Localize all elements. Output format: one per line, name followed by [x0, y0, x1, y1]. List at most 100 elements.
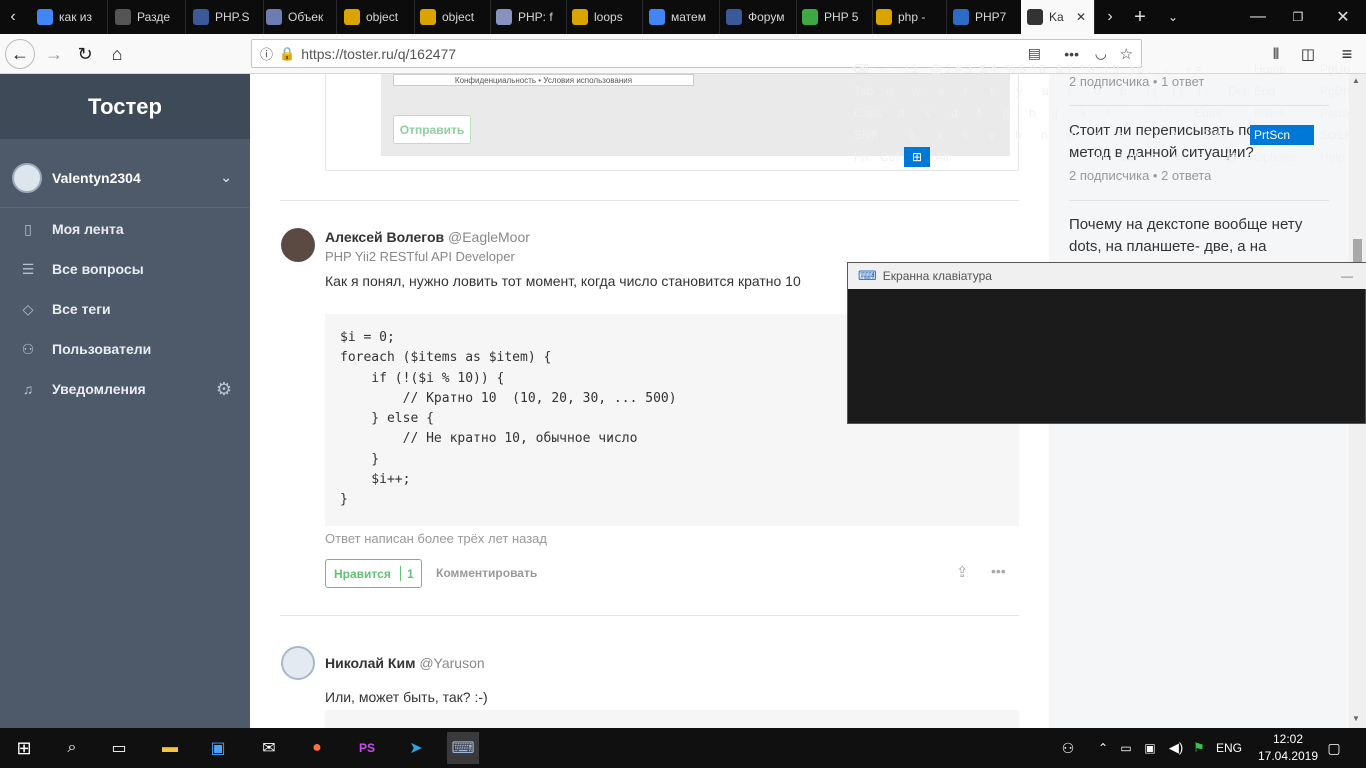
- file-explorer-icon[interactable]: ▬: [154, 732, 186, 764]
- osk-key[interactable]: >: [1196, 147, 1221, 167]
- osk-titlebar[interactable]: ⌨ Екранна клавіатура —: [848, 263, 1366, 289]
- osk-key[interactable]: PrtScn: [1250, 125, 1314, 145]
- clock-date[interactable]: 17.04.2019: [1252, 749, 1324, 763]
- task-view-icon[interactable]: ▭: [103, 732, 135, 764]
- scroll-down-icon[interactable]: ▼: [1352, 714, 1360, 723]
- osk-key[interactable]: h: [1025, 103, 1050, 123]
- mail-icon[interactable]: ✉: [253, 732, 285, 764]
- osk-app-icon[interactable]: ⌨: [447, 732, 479, 764]
- answer-handle[interactable]: @EagleMoor: [448, 229, 530, 245]
- osk-key[interactable]: | \: [1194, 81, 1223, 101]
- osk-key[interactable]: PgDn: [1316, 81, 1364, 101]
- answer-author[interactable]: Алексей Волегов: [325, 229, 444, 245]
- osk-key[interactable]: : ;: [1129, 103, 1154, 123]
- osk-key[interactable]: Del: [1224, 81, 1252, 101]
- osk-key[interactable]: l: [1103, 103, 1128, 123]
- osk-key[interactable]: g: [999, 103, 1024, 123]
- osk-key[interactable]: _ -: [1151, 59, 1180, 79]
- osk-key[interactable]: k: [1077, 103, 1102, 123]
- minimize-icon[interactable]: —: [1238, 0, 1278, 34]
- osk-key[interactable]: w: [908, 81, 933, 101]
- sidebar-item-notifications[interactable]: ♫ Уведомления ⚙: [0, 369, 250, 409]
- osk-key[interactable]: @ 2: [926, 59, 950, 79]
- tabs-scroll-right-icon[interactable]: ›: [1097, 0, 1123, 34]
- osk-key[interactable]: { [: [1142, 81, 1167, 101]
- osk-key[interactable]: m: [1063, 125, 1088, 145]
- osk-key[interactable]: " ': [1155, 103, 1189, 123]
- comment-button[interactable]: Комментировать: [436, 566, 537, 580]
- close-tab-icon[interactable]: ✕: [1076, 10, 1086, 24]
- browser-tab[interactable]: Разде: [109, 0, 186, 34]
- osk-key[interactable]: ^: [1167, 125, 1197, 145]
- osk-key[interactable]: Ctrl: [876, 147, 903, 167]
- osk-key[interactable]: Enter: [1190, 103, 1230, 123]
- browser-tab[interactable]: Форум: [720, 0, 797, 34]
- osk-key[interactable]: * 8: [1076, 59, 1100, 79]
- chevron-down-icon[interactable]: ⌄: [220, 169, 232, 186]
- user-menu[interactable]: Valentyn2304 ⌄: [0, 148, 250, 208]
- sidebar-item-questions[interactable]: ☰ Все вопросы: [0, 249, 250, 289]
- osk-key[interactable]: Fn: [850, 147, 875, 167]
- browser-tab[interactable]: матем: [643, 0, 720, 34]
- browser-tab[interactable]: object: [338, 0, 415, 34]
- answer-author[interactable]: Николай Ким: [325, 655, 415, 671]
- osk-key[interactable]: Shift: [850, 125, 904, 145]
- url-text[interactable]: https://toster.ru/q/162477: [301, 46, 456, 62]
- back-icon[interactable]: ←: [5, 39, 35, 69]
- home-icon[interactable]: ⌂: [101, 38, 133, 70]
- osk-key[interactable]: < ,: [1089, 125, 1114, 145]
- avatar[interactable]: [281, 646, 315, 680]
- osk-key[interactable]: c: [959, 125, 984, 145]
- browser-tab[interactable]: PHP 5: [796, 0, 873, 34]
- osk-key[interactable]: i: [1064, 81, 1089, 101]
- forward-icon[interactable]: →: [38, 38, 70, 70]
- osk-key[interactable]: ▤: [1222, 147, 1247, 167]
- osk-key[interactable]: + =: [1181, 59, 1211, 79]
- osk-key[interactable]: q: [882, 81, 907, 101]
- list-tabs-icon[interactable]: ⌄: [1160, 0, 1186, 34]
- osk-key[interactable]: PgUp: [1316, 59, 1364, 79]
- question-link[interactable]: Почему на декстопе вообще нету dots, на …: [1069, 214, 1329, 260]
- osk-key[interactable]: t: [986, 81, 1011, 101]
- osk-key[interactable]: Caps: [850, 103, 893, 123]
- new-tab-icon[interactable]: +: [1127, 0, 1153, 34]
- osk-key[interactable]: d: [947, 103, 972, 123]
- answer-handle[interactable]: @Yaruson: [419, 655, 484, 671]
- restore-icon[interactable]: ❐: [1278, 0, 1318, 34]
- osk-spacebar[interactable]: [952, 147, 1086, 167]
- osk-key[interactable]: Ctrl: [1116, 147, 1143, 167]
- osk-key[interactable]: ? /: [1141, 125, 1166, 145]
- sidebar-item-users[interactable]: ⚇ Пользователи: [0, 329, 250, 369]
- firefox-icon[interactable]: ●: [301, 732, 333, 764]
- osk-key[interactable]: Tab: [850, 81, 881, 101]
- osk-key[interactable]: r: [960, 81, 985, 101]
- browser-tab[interactable]: как из: [31, 0, 108, 34]
- osk-key[interactable]: y: [1012, 81, 1037, 101]
- more-options-icon[interactable]: •••: [991, 563, 1006, 579]
- telegram-icon[interactable]: ➤: [400, 732, 432, 764]
- osk-key[interactable]: b: [1011, 125, 1036, 145]
- osk-key[interactable]: x: [933, 125, 958, 145]
- submit-button[interactable]: Отправить: [393, 115, 471, 144]
- osk-key[interactable]: ) 0: [1126, 59, 1150, 79]
- osk-key[interactable]: a: [894, 103, 920, 123]
- osk-key[interactable]: Pause: [1316, 103, 1364, 123]
- osk-key[interactable]: Home: [1250, 59, 1314, 79]
- osk-key[interactable]: Insert: [1250, 103, 1314, 123]
- clock-time[interactable]: 12:02: [1258, 732, 1318, 746]
- osk-key[interactable]: Options: [1250, 147, 1314, 167]
- osk-key[interactable]: ^ 6: [1026, 59, 1050, 79]
- osk-key[interactable]: u: [1038, 81, 1063, 101]
- osk-key[interactable]: } ]: [1168, 81, 1193, 101]
- windows-start-icon[interactable]: ⊞: [8, 732, 40, 764]
- flag-icon[interactable]: ⚑: [1183, 732, 1215, 764]
- osk-key[interactable]: ⌫: [848, 59, 869, 79]
- close-window-icon[interactable]: ✕: [1320, 0, 1366, 34]
- browser-tab[interactable]: PHP: f: [490, 0, 567, 34]
- osk-key[interactable]: > .: [1115, 125, 1140, 145]
- osk-key[interactable]: ~ `: [874, 59, 900, 79]
- browser-tab[interactable]: php -: [870, 0, 947, 34]
- osk-key[interactable]: Help: [1316, 147, 1364, 167]
- minimize-icon[interactable]: —: [1341, 269, 1353, 283]
- people-icon[interactable]: ⚇: [1052, 732, 1084, 764]
